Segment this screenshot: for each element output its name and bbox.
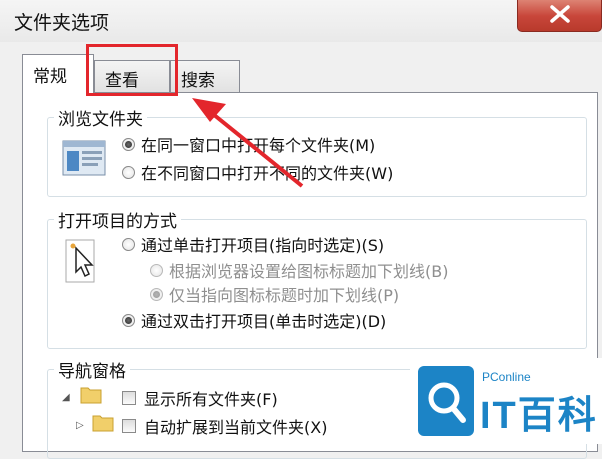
checkbox-indicator [122, 419, 136, 433]
highlight-box [86, 44, 178, 96]
folder-icon [92, 415, 114, 432]
tab-search[interactable]: 搜索 [170, 60, 240, 92]
group-title: 打开项目的方式 [54, 207, 181, 232]
option-label: 通过双击打开项目(单击时选定)(D) [141, 312, 387, 331]
group-title: 浏览文件夹 [54, 105, 147, 130]
logo-big-text: IT百科 [480, 395, 598, 437]
tab-label: 常规 [33, 67, 67, 87]
browse-folders-group: 浏览文件夹 在同一窗口中打开每个文件夹(M) 在不同窗口中打开不同的文件夹(W) [47, 105, 587, 197]
pconline-logo: PConline IT百科 [410, 358, 602, 444]
checkbox-auto-expand[interactable]: 自动扩展到当前文件夹(X) [122, 414, 327, 438]
radio-single-click[interactable]: 通过单击打开项目(指向时选定)(S) [122, 232, 384, 256]
click-items-group: 打开项目的方式 通过单击打开项目(指向时选定)(S) 根据浏览器设置给图标标题加… [47, 207, 587, 349]
logo-small-text: PConline [482, 370, 531, 384]
radio-indicator [122, 137, 135, 151]
option-label: 在同一窗口中打开每个文件夹(M) [141, 136, 376, 155]
option-label: 在不同窗口中打开不同的文件夹(W) [141, 164, 394, 183]
window-title: 文件夹选项 [14, 12, 110, 34]
window-preview-icon [62, 140, 106, 176]
checkbox-indicator [122, 391, 136, 405]
tab-general[interactable]: 常规 [22, 54, 94, 94]
pointer-icon [65, 239, 95, 283]
title-bar: 文件夹选项 [0, 0, 602, 42]
folder-icon [80, 387, 102, 404]
search-icon [418, 366, 474, 436]
radio-indicator [122, 313, 135, 327]
group-title: 导航窗格 [54, 357, 130, 382]
radio-underline-point[interactable]: 仅当指向图标标题时加下划线(P) [150, 282, 399, 306]
option-label: 仅当指向图标标题时加下划线(P) [169, 286, 400, 305]
checkbox-show-all-folders[interactable]: 显示所有文件夹(F) [122, 386, 278, 410]
radio-different-window[interactable]: 在不同窗口中打开不同的文件夹(W) [122, 160, 393, 184]
option-label: 显示所有文件夹(F) [144, 390, 278, 409]
collapsed-arrow-icon: ▷ [76, 420, 84, 431]
radio-indicator [122, 237, 135, 251]
radio-same-window[interactable]: 在同一窗口中打开每个文件夹(M) [122, 132, 375, 156]
radio-double-click[interactable]: 通过双击打开项目(单击时选定)(D) [122, 308, 386, 332]
expanded-arrow-icon: ◢ [62, 392, 70, 403]
radio-underline-browser[interactable]: 根据浏览器设置给图标标题加下划线(B) [150, 258, 448, 282]
option-label: 通过单击打开项目(指向时选定)(S) [141, 236, 385, 255]
radio-indicator [150, 287, 163, 301]
tab-label: 搜索 [181, 71, 215, 91]
option-label: 根据浏览器设置给图标标题加下划线(B) [169, 262, 449, 281]
option-label: 自动扩展到当前文件夹(X) [144, 418, 328, 437]
radio-indicator [150, 263, 163, 277]
close-icon [550, 5, 570, 23]
radio-indicator [122, 165, 135, 179]
close-button[interactable] [517, 0, 602, 32]
